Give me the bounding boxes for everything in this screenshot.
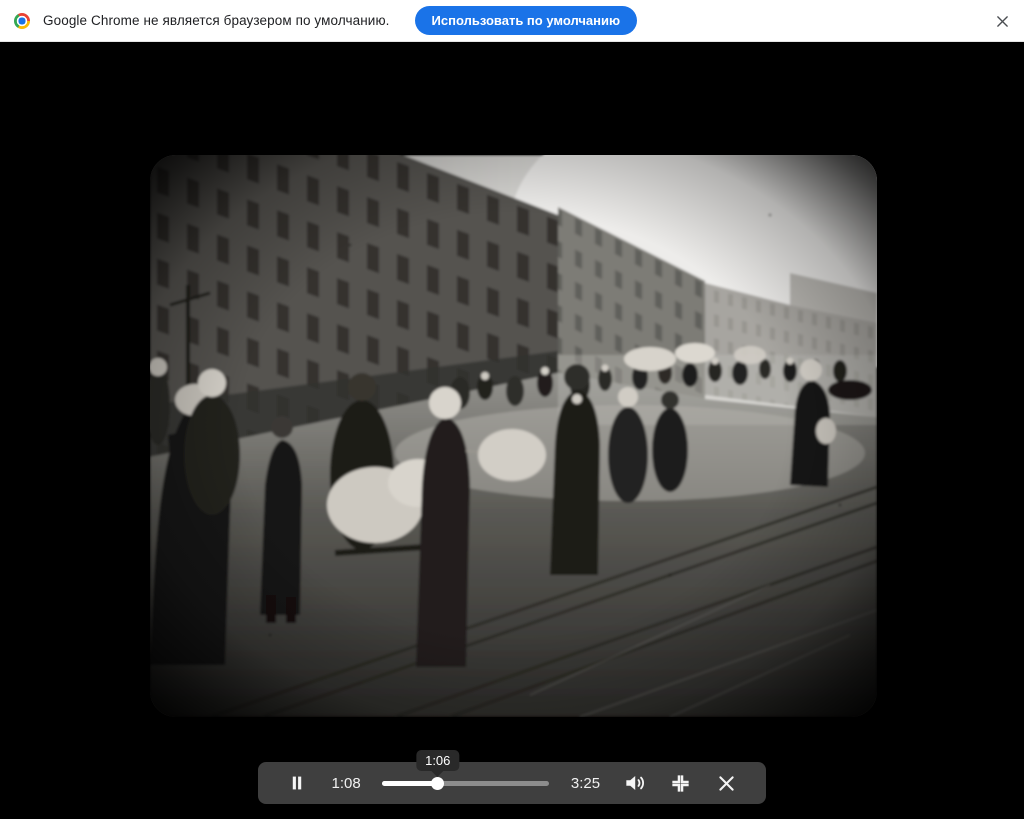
player-controls: 1:08 1:06 3:25 [258, 762, 766, 804]
film-still-image [150, 155, 877, 717]
duration: 3:25 [569, 775, 601, 792]
seek-bar-wrap: 1:06 [382, 762, 549, 804]
video-stage: 1:08 1:06 3:25 [0, 42, 1024, 819]
pause-icon [286, 772, 308, 794]
seek-fill [382, 781, 437, 786]
default-browser-banner: Google Chrome не является браузером по у… [0, 0, 1024, 42]
collapse-corners-icon [669, 772, 692, 795]
banner-close-button[interactable] [993, 12, 1011, 30]
use-default-button[interactable]: Использовать по умолчанию [415, 6, 638, 35]
seek-bar[interactable] [382, 781, 549, 786]
chrome-logo-icon [14, 13, 30, 29]
seek-thumb[interactable] [431, 777, 444, 790]
close-icon [716, 773, 737, 794]
banner-message: Google Chrome не является браузером по у… [43, 13, 390, 28]
volume-button[interactable] [622, 768, 648, 798]
player-close-button[interactable] [714, 768, 740, 798]
volume-icon [622, 770, 648, 796]
current-time: 1:08 [330, 775, 362, 792]
close-icon [996, 15, 1009, 28]
seek-tooltip: 1:06 [416, 750, 459, 771]
pause-button[interactable] [284, 768, 310, 798]
video-frame[interactable] [150, 155, 877, 717]
shrink-button[interactable] [668, 768, 694, 798]
